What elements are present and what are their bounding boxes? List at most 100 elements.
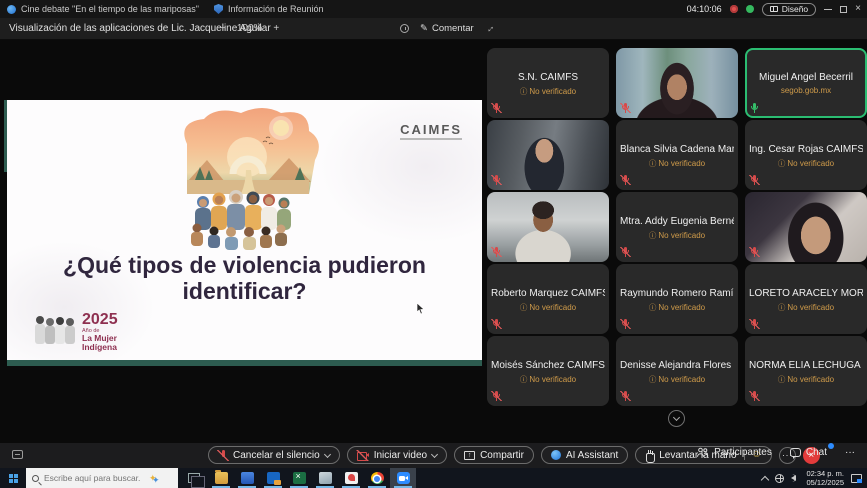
participant-status: ⓘNo verificado (749, 374, 863, 385)
captions-icon[interactable] (12, 450, 23, 459)
presentation-slide: CAIMFS ¿Qué tipos de violencia pudieron … (7, 100, 482, 366)
chevron-down-icon[interactable] (324, 450, 331, 457)
taskbar-search[interactable]: ✦ (26, 468, 178, 488)
network-icon[interactable] (775, 474, 784, 483)
slide-bottom-bar (7, 360, 482, 366)
participants-icon (696, 447, 709, 458)
zoom-icon (397, 472, 410, 484)
minimize-button[interactable] (824, 9, 832, 10)
task-view-button[interactable] (188, 473, 200, 483)
participant-tile[interactable]: Raymundo Romero Ramírez... ⓘNo verificad… (616, 264, 738, 334)
unverified-icon: ⓘ (520, 303, 528, 312)
annotate-button[interactable]: ✎ Comentar (420, 23, 474, 34)
participant-tile[interactable]: Blanca Silvia Cadena Martíne... ⓘNo veri… (616, 120, 738, 190)
taskbar-app-blue[interactable] (234, 468, 260, 488)
taskbar-app-excel[interactable] (286, 468, 312, 488)
zoom-out-button[interactable]: − (220, 23, 226, 34)
unverified-icon: ⓘ (649, 303, 657, 312)
participant-tile[interactable]: LORETO ARACELY MORRIS ... ⓘNo verificado (745, 264, 867, 334)
slide-illustration (157, 102, 335, 252)
participant-tile[interactable]: Moisés Sánchez CAIMFS ⓘNo verificado (487, 336, 609, 406)
recording-indicator-icon (730, 5, 738, 13)
meeting-control-bar: Cancelar el silencio Iniciar video ↑ Com… (0, 443, 867, 468)
muted-mic-icon (621, 319, 630, 329)
slide-title: ¿Qué tipos de violencia pudieron identif… (7, 252, 482, 305)
participant-status: ⓘNo verificado (620, 302, 734, 313)
taskbar-app-zoom-active[interactable] (390, 468, 416, 488)
share-screen-icon: ↑ (464, 451, 475, 460)
tray-chevron-up-icon[interactable] (761, 475, 769, 483)
chat-panel-button[interactable]: Chat (790, 447, 827, 458)
zoom-in-button[interactable]: + (273, 23, 279, 34)
participant-status: ⓘNo verificado (620, 158, 734, 169)
participant-tile[interactable]: NORMA ELIA LECHUGA BAS... ⓘNo verificado (745, 336, 867, 406)
muted-mic-icon (492, 391, 501, 401)
search-input[interactable] (44, 473, 144, 483)
participant-video-tile[interactable] (487, 120, 609, 190)
participant-tile[interactable]: S.N. CAIMFS ⓘNo verificado (487, 48, 609, 118)
share-button[interactable]: ↑ Compartir (454, 446, 534, 464)
unverified-icon: ⓘ (649, 375, 657, 384)
participant-video-tile[interactable] (616, 48, 738, 118)
windows-taskbar: ✦ 02:34 p. m. 05/12/2025 (0, 468, 867, 488)
meeting-info-label[interactable]: Información de Reunión (228, 4, 324, 14)
chevron-down-icon[interactable] (431, 450, 438, 457)
participant-tile[interactable]: Mtra. Addy Eugenia Bernés ... ⓘNo verifi… (616, 192, 738, 262)
participant-name: LORETO ARACELY MORRIS ... (749, 288, 863, 299)
unverified-icon: ⓘ (778, 159, 786, 168)
muted-mic-icon (750, 319, 759, 329)
maximize-button[interactable] (840, 6, 847, 13)
badge-figures-icon (33, 312, 77, 346)
meeting-timer: 04:10:06 (687, 4, 722, 14)
muted-mic-icon (621, 247, 630, 257)
live-mic-icon (750, 103, 759, 113)
file-explorer-icon (215, 472, 228, 484)
taskbar-app-notes[interactable] (312, 468, 338, 488)
participant-status: ⓘNo verificado (620, 230, 734, 241)
meeting-info-shield-icon[interactable] (214, 4, 223, 14)
muted-mic-icon (492, 175, 501, 185)
red-app-icon (345, 472, 358, 484)
participant-video-tile[interactable] (487, 192, 609, 262)
more-participants-button[interactable] (668, 410, 685, 427)
ai-assistant-button[interactable]: AI Assistant (541, 446, 628, 464)
close-button[interactable]: × (855, 4, 861, 14)
start-video-button[interactable]: Iniciar video (347, 446, 447, 464)
zoom-level: 100% (237, 23, 263, 34)
speaker-icon[interactable] (791, 475, 796, 481)
outlook-icon (267, 472, 280, 484)
muted-mic-icon (621, 103, 630, 113)
taskbar-app-outlook[interactable] (260, 468, 286, 488)
participant-name: Blanca Silvia Cadena Martíne... (620, 144, 734, 155)
notification-center-icon[interactable] (851, 474, 862, 483)
screen-share-toolbar: Visualización de las aplicaciones de Lic… (0, 18, 867, 40)
notes-app-icon (319, 472, 332, 484)
participant-domain: segob.gob.mx (749, 86, 863, 95)
layout-button[interactable]: Diseño (762, 3, 816, 16)
participant-name: Miguel Angel Becerril (749, 72, 863, 83)
participant-status: ⓘNo verificado (491, 302, 605, 313)
participant-name: Ing. Cesar Rojas CAIMFS (749, 144, 863, 155)
taskbar-clock[interactable]: 02:34 p. m. 05/12/2025 (806, 469, 844, 488)
search-icon (32, 475, 39, 482)
taskbar-app-chrome[interactable] (364, 468, 390, 488)
toolbar-more-button[interactable]: ··· (845, 447, 855, 458)
timer-icon[interactable] (400, 24, 409, 33)
muted-mic-icon (492, 103, 501, 113)
unmute-button[interactable]: Cancelar el silencio (208, 446, 340, 464)
participant-tile[interactable]: Ing. Cesar Rojas CAIMFS ⓘNo verificado (745, 120, 867, 190)
taskbar-app-file-explorer[interactable] (208, 468, 234, 488)
participant-tile[interactable]: Roberto Marquez CAIMFS ⓘNo verificado (487, 264, 609, 334)
participant-video-tile[interactable] (745, 192, 867, 262)
taskbar-app-red[interactable] (338, 468, 364, 488)
participants-panel-button[interactable]: Participantes (696, 447, 772, 458)
mouse-cursor (416, 303, 425, 315)
participant-status: ⓘNo verificado (620, 374, 734, 385)
participant-name: Moisés Sánchez CAIMFS (491, 360, 605, 371)
participant-tile-active-speaker[interactable]: Miguel Angel Becerril segob.gob.mx (745, 48, 867, 118)
pen-icon: ✎ (420, 23, 428, 34)
muted-mic-icon (218, 450, 228, 461)
start-button[interactable] (0, 468, 26, 488)
participant-tile[interactable]: Denisse Alejandra Flores Ros... ⓘNo veri… (616, 336, 738, 406)
expand-icon[interactable]: ↔ (482, 21, 497, 36)
